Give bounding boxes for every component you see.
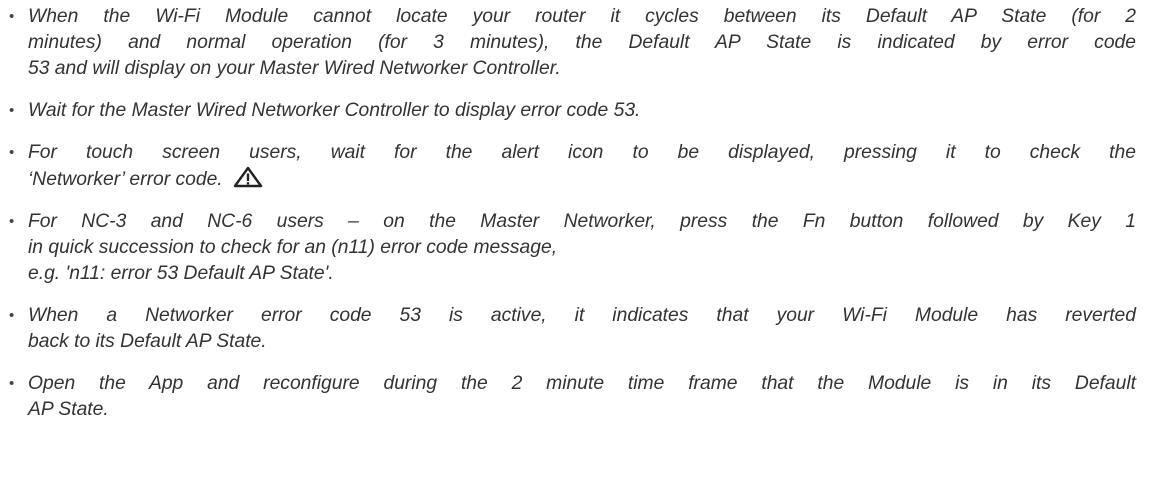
list-item: • Wait for the Master Wired Networker Co… [6,98,1136,124]
bullet-icon: • [9,144,15,161]
item-line: Open the App and reconfigure during the … [28,373,1136,394]
item-line: When the Wi-Fi Module cannot locate your… [28,6,1136,27]
bullet-icon: • [9,307,15,324]
warning-triangle-icon [233,166,262,188]
item-line: 53 and will display on your Master Wired… [28,58,561,79]
list-item: • For touch screen users, wait for the a… [6,140,1136,193]
bullet-icon: • [9,213,15,230]
item-line: minutes) and normal operation (for 3 min… [28,32,1136,53]
item-line-with-icon: ‘Networker’ error code. [28,166,1136,193]
item-line: ‘Networker’ error code. [28,169,223,190]
instruction-list: • When the Wi-Fi Module cannot locate yo… [6,4,1136,439]
item-line: in quick succession to check for an (n11… [28,237,558,258]
list-item: • When the Wi-Fi Module cannot locate yo… [6,4,1136,82]
item-line: AP State. [28,399,109,420]
item-line: Wait for the Master Wired Networker Cont… [28,100,641,121]
list-item: • For NC-3 and NC-6 users – on the Maste… [6,209,1136,287]
bullet-icon: • [9,102,15,119]
list-item: • Open the App and reconfigure during th… [6,371,1136,423]
bullet-icon: • [9,375,15,392]
bullet-icon: • [9,8,15,25]
list-item: • When a Networker error code 53 is acti… [6,303,1136,355]
item-line: back to its Default AP State. [28,331,267,352]
item-line: For NC-3 and NC-6 users – on the Master … [28,211,1136,232]
item-line: e.g. 'n11: error 53 Default AP State'. [28,263,334,284]
item-line: When a Networker error code 53 is active… [28,305,1136,326]
item-line: For touch screen users, wait for the ale… [28,142,1136,163]
